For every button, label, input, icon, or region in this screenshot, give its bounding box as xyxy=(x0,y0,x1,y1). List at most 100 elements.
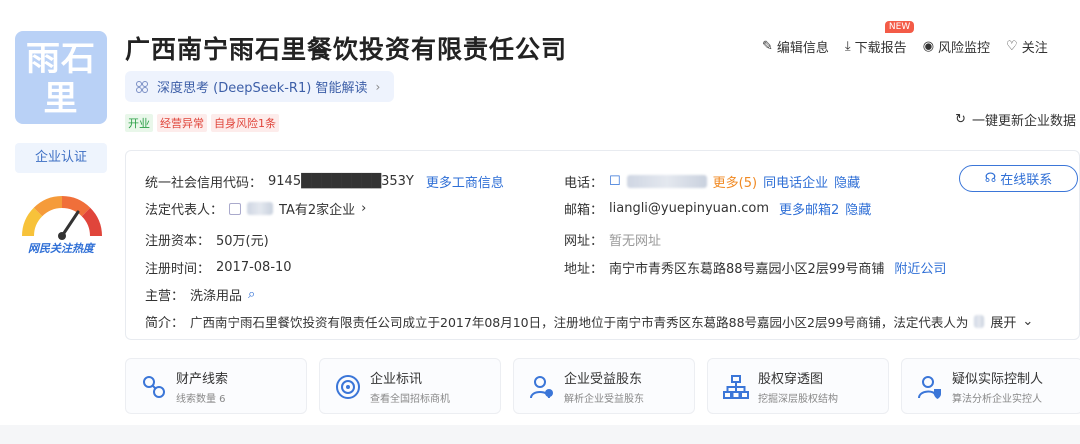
business-row: 主营： 洗涤用品 ⌕ xyxy=(145,285,255,304)
online-contact-label: 在线联系 xyxy=(1000,173,1053,188)
target-icon xyxy=(336,375,360,399)
credit-code-value: 9145████████353Y xyxy=(268,174,414,189)
download-icon: ⤓ xyxy=(844,39,851,54)
status-badge-open: 开业 xyxy=(125,114,153,132)
reg-date-value: 2017-08-10 xyxy=(216,260,292,275)
address-label: 地址： xyxy=(564,262,604,277)
reg-date-row: 注册时间： 2017-08-10 xyxy=(145,258,292,277)
email-hide-link[interactable]: 隐藏 xyxy=(845,199,871,218)
person-coin-icon xyxy=(530,376,553,399)
edit-label: 编辑信息 xyxy=(776,41,829,56)
capital-value: 50万(元) xyxy=(216,234,269,249)
tile-bidding[interactable]: 企业标讯 查看全国招标商机 xyxy=(319,358,501,414)
email-value: liangli@yuepinyuan.com xyxy=(609,201,769,216)
org-chart-icon xyxy=(723,375,749,399)
logo-text-line1: 雨石 xyxy=(26,39,96,79)
tile-title: 股权穿透图 xyxy=(758,372,824,387)
download-label: 下载报告 xyxy=(854,41,907,56)
heat-gauge-icon xyxy=(22,196,102,240)
credit-code-row: 统一社会信用代码： 9145████████353Y 更多工商信息 xyxy=(145,172,504,191)
logo-text-line2: 里 xyxy=(43,79,79,119)
phone-more-link[interactable]: 更多(5) xyxy=(713,172,757,191)
eye-icon: ◉ xyxy=(922,39,935,54)
phone-hide-link[interactable]: 隐藏 xyxy=(834,172,860,191)
tile-sub: 解析企业受益股东 xyxy=(564,394,644,405)
tile-sub: 查看全国招标商机 xyxy=(370,394,450,405)
tile-title: 疑似实际控制人 xyxy=(952,372,1044,387)
legal-rep-row: 法定代表人： TA有2家企业 › xyxy=(145,199,366,218)
status-badge-abnormal[interactable]: 经营异常 xyxy=(157,114,207,132)
risk-monitor-button[interactable]: ◉ 风险监控 xyxy=(923,37,990,56)
tile-title: 企业受益股东 xyxy=(564,372,643,387)
chevron-down-icon[interactable]: ⌄ xyxy=(1022,314,1033,329)
footer-strip xyxy=(0,425,1080,444)
feature-tiles: 财产线索 线索数量 6 企业标讯 查看全国招标商机 企业受益股东 解析企业受益股… xyxy=(125,358,1080,414)
tile-title: 企业标讯 xyxy=(370,372,423,387)
tile-property-clues[interactable]: 财产线索 线索数量 6 xyxy=(125,358,307,414)
website-label: 网址： xyxy=(564,234,604,249)
phone-row: 电话： ☐ 更多(5) 同电话企业 隐藏 xyxy=(564,172,860,191)
user-icon xyxy=(229,202,242,215)
download-report-button[interactable]: ⤓ 下载报告 NEW xyxy=(844,21,915,56)
edit-icon: ✎ xyxy=(762,39,773,54)
company-name: 广西南宁雨石里餐饮投资有限责任公司 xyxy=(125,35,568,64)
tile-title: 财产线索 xyxy=(176,372,229,387)
phone-icon: ☐ xyxy=(609,174,621,189)
ai-analysis-button[interactable]: 深度思考 (DeepSeek-R1) 智能解读 › xyxy=(125,71,395,102)
header-actions: ✎ 编辑信息 ⤓ 下载报告 NEW ◉ 风险监控 ♡ 关注 xyxy=(762,21,1048,56)
refresh-data-button[interactable]: ↻ 一键更新企业数据 xyxy=(955,110,1076,129)
heat-label: 网民关注热度 xyxy=(28,242,94,255)
refresh-label: 一键更新企业数据 xyxy=(971,114,1076,129)
business-value[interactable]: 洗涤用品 xyxy=(190,285,242,304)
phone-label: 电话： xyxy=(564,176,604,191)
headset-icon: ☊ xyxy=(984,171,997,186)
chevron-right-icon: › xyxy=(361,201,367,216)
same-phone-link[interactable]: 同电话企业 xyxy=(763,172,828,191)
nearby-companies-link[interactable]: 附近公司 xyxy=(894,258,946,277)
intro-label: 简介： xyxy=(145,316,185,331)
new-badge: NEW xyxy=(884,21,915,33)
status-badge-risk[interactable]: 自身风险1条 xyxy=(211,114,279,132)
chevron-right-icon: › xyxy=(375,79,381,94)
email-label: 邮箱： xyxy=(564,203,604,218)
website-value: 暂无网址 xyxy=(609,234,662,249)
phone-value-blurred xyxy=(626,175,707,188)
capital-row: 注册资本： 50万(元) xyxy=(145,230,269,249)
capital-label: 注册资本： xyxy=(145,234,211,249)
legal-rep-companies-link[interactable]: TA有2家企业 xyxy=(279,199,355,218)
ai-icon xyxy=(136,80,148,93)
company-logo: 雨石 里 xyxy=(15,31,107,124)
search-icon[interactable]: ⌕ xyxy=(248,287,255,302)
certification-badge[interactable]: 企业认证 xyxy=(15,143,107,173)
legal-rep-label: 法定代表人： xyxy=(145,203,224,218)
ai-analysis-label: 深度思考 (DeepSeek-R1) 智能解读 xyxy=(157,81,368,96)
status-tags: 开业 经营异常 自身风险1条 xyxy=(125,114,279,132)
risk-label: 风险监控 xyxy=(938,41,991,56)
legal-rep-name-blurred xyxy=(247,202,274,215)
email-row: 邮箱： liangli@yuepinyuan.com 更多邮箱2 隐藏 xyxy=(564,199,871,218)
edit-button[interactable]: ✎ 编辑信息 xyxy=(762,37,829,56)
online-contact-button[interactable]: ☊ 在线联系 xyxy=(959,165,1078,192)
person-shield-icon xyxy=(918,376,941,399)
more-business-link[interactable]: 更多工商信息 xyxy=(426,172,504,191)
intro-name-blurred xyxy=(974,315,985,328)
tile-sub: 挖掘深层股权结构 xyxy=(758,394,838,405)
email-more-link[interactable]: 更多邮箱2 xyxy=(779,199,839,218)
business-label: 主营： xyxy=(145,289,185,304)
link-nodes-icon xyxy=(143,376,165,398)
tile-sub: 算法分析企业实控人 xyxy=(952,394,1042,405)
credit-code-label: 统一社会信用代码： xyxy=(145,176,263,191)
refresh-icon: ↻ xyxy=(955,112,966,127)
heart-icon: ♡ xyxy=(1006,39,1018,54)
tile-beneficial-owners[interactable]: 企业受益股东 解析企业受益股东 xyxy=(513,358,695,414)
reg-date-label: 注册时间： xyxy=(145,262,211,277)
tile-sub: 线索数量 6 xyxy=(176,394,226,405)
tile-actual-controller[interactable]: 疑似实际控制人 算法分析企业实控人 xyxy=(901,358,1080,414)
intro-value: 广西南宁雨石里餐饮投资有限责任公司成立于2017年08月10日，注册地位于南宁市… xyxy=(190,315,969,330)
tile-equity-chart[interactable]: 股权穿透图 挖掘深层股权结构 xyxy=(707,358,889,414)
intro-row: 简介： 广西南宁雨石里餐饮投资有限责任公司成立于2017年08月10日，注册地位… xyxy=(145,312,1075,331)
follow-button[interactable]: ♡ 关注 xyxy=(1006,37,1048,56)
intro-expand-button[interactable]: 展开 xyxy=(990,312,1016,331)
address-row: 地址： 南宁市青秀区东葛路88号嘉园小区2层99号商铺 附近公司 xyxy=(564,258,946,277)
follow-label: 关注 xyxy=(1021,41,1048,56)
